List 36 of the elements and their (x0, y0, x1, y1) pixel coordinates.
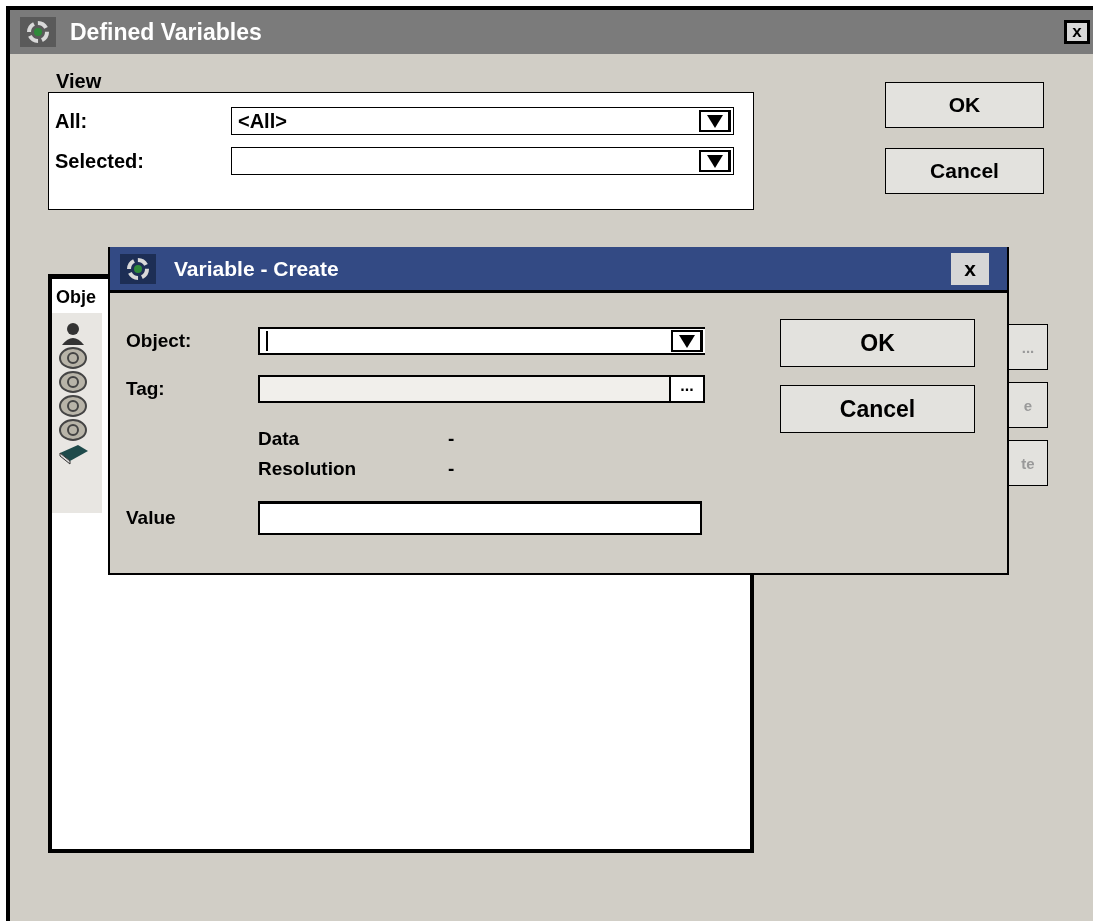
field-label: Selected: (55, 149, 145, 173)
app-icon (20, 17, 56, 47)
close-button[interactable]: x (1064, 20, 1090, 44)
text-cursor (266, 331, 268, 351)
info-label: Resolution (258, 457, 358, 481)
book-icon (58, 443, 90, 465)
window-title: Defined Variables (70, 18, 263, 46)
eye-icon (58, 395, 88, 417)
field-label: Object: (126, 330, 193, 352)
field-label: Value (126, 507, 177, 529)
dialog-button[interactable]: Cancel (780, 385, 975, 433)
dialog-button[interactable]: OK (885, 82, 1044, 128)
info-value: - (448, 427, 455, 451)
value-field[interactable] (258, 501, 702, 535)
dropdown-button[interactable] (671, 330, 703, 352)
dropdown-field[interactable] (231, 147, 734, 175)
dropdown-button[interactable] (699, 150, 731, 172)
group-label: View (56, 70, 103, 92)
dialog-button[interactable]: Cancel (885, 148, 1044, 194)
dropdown-arrow-icon (678, 334, 695, 348)
eye-icon (58, 371, 88, 393)
dropdown-field[interactable] (258, 327, 705, 355)
dropdown-button[interactable] (699, 110, 731, 132)
dropdown-arrow-icon (706, 114, 723, 128)
info-value: - (448, 457, 455, 481)
dropdown-field[interactable]: <All> (231, 107, 734, 135)
dialog-button[interactable]: OK (780, 319, 975, 367)
info-label: Data (258, 427, 301, 451)
close-button[interactable]: x (951, 252, 989, 285)
dropdown-arrow-icon (706, 154, 723, 168)
dialog-title: Variable - Create (174, 256, 340, 281)
eye-icon (58, 419, 88, 441)
eye-icon (58, 347, 88, 369)
field-label: Tag: (126, 378, 166, 400)
field-label: All: (55, 109, 89, 133)
app-icon (120, 253, 156, 284)
